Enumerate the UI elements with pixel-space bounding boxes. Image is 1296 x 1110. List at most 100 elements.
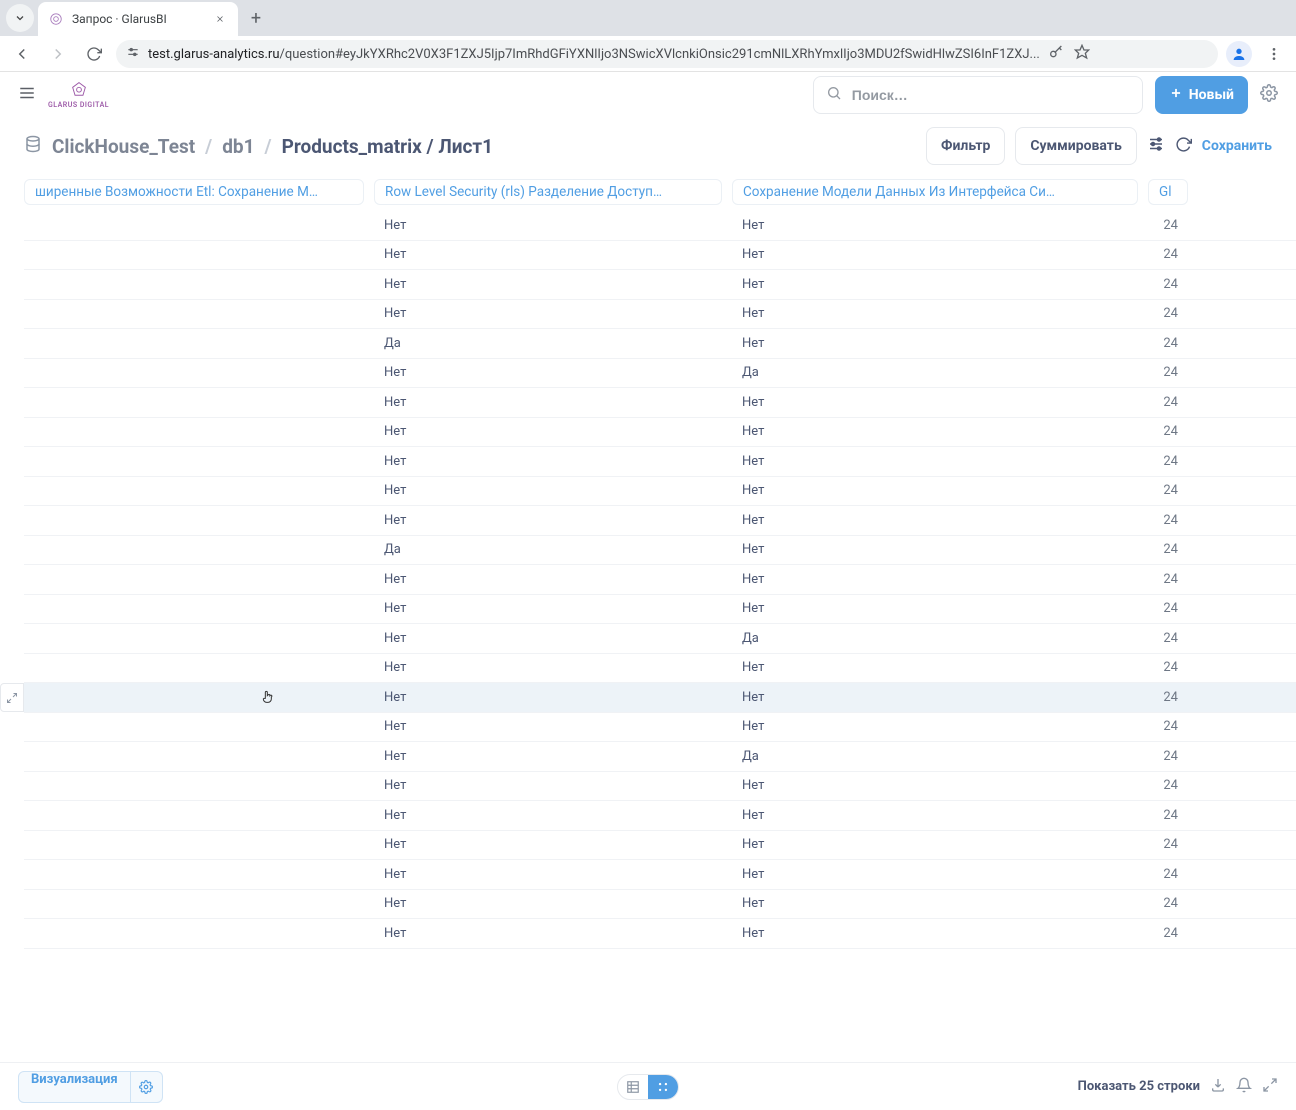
table-row[interactable]: НетДа24	[24, 624, 1296, 654]
editor-settings-button[interactable]	[1147, 135, 1165, 157]
visualization-button[interactable]: Визуализация	[18, 1071, 131, 1103]
table-row[interactable]: НетНет24	[24, 506, 1296, 536]
table-row[interactable]: НетНет24	[24, 654, 1296, 684]
column-header[interactable]: ширенные Возможности Etl: Сохранение М…	[24, 179, 364, 205]
app-logo[interactable]: GLARUS DIGITAL	[48, 81, 109, 109]
search-box[interactable]	[813, 76, 1143, 114]
alert-bell-button[interactable]	[1236, 1077, 1252, 1097]
forward-button[interactable]	[44, 40, 72, 68]
password-key-icon[interactable]	[1048, 44, 1064, 64]
table-cell: 24	[1148, 719, 1188, 734]
view-mode-toggle	[617, 1074, 679, 1100]
table-row[interactable]: НетНет24	[24, 919, 1296, 949]
menu-toggle-button[interactable]	[18, 84, 36, 106]
table-cell: 24	[1148, 690, 1188, 705]
table-row[interactable]: НетНет24	[24, 418, 1296, 448]
table-cell: 24	[1148, 926, 1188, 941]
table-cell: Нет	[374, 483, 722, 498]
table-cell: Нет	[374, 690, 722, 705]
table-row[interactable]: НетНет24	[24, 477, 1296, 507]
chrome-menu-button[interactable]	[1260, 40, 1288, 68]
table-cell: Нет	[374, 247, 722, 262]
site-settings-icon[interactable]	[126, 45, 140, 63]
table-row[interactable]: НетНет24	[24, 801, 1296, 831]
search-input[interactable]	[852, 87, 1130, 103]
table-row[interactable]: НетНет24	[24, 565, 1296, 595]
back-button[interactable]	[8, 40, 36, 68]
table-row[interactable]: НетНет24	[24, 860, 1296, 890]
expand-row-button[interactable]	[0, 683, 24, 712]
table-cell: Нет	[732, 896, 1138, 911]
view-mode-table[interactable]	[618, 1075, 648, 1099]
database-icon	[24, 135, 42, 158]
settings-button[interactable]	[1260, 84, 1278, 106]
table-row[interactable]: ДаНет24	[24, 536, 1296, 566]
row-count-button[interactable]: Показать 25 строки	[1078, 1079, 1200, 1094]
table-cell: 24	[1148, 542, 1188, 557]
table-cell: Да	[732, 749, 1138, 764]
summarize-button[interactable]: Суммировать	[1015, 127, 1136, 165]
fullscreen-button[interactable]	[1262, 1077, 1278, 1097]
plus-icon	[1169, 86, 1183, 104]
table-cell: 24	[1148, 513, 1188, 528]
table-cell: Нет	[732, 336, 1138, 351]
download-button[interactable]	[1210, 1077, 1226, 1097]
table-cell: Нет	[374, 365, 722, 380]
table-cell: Нет	[732, 218, 1138, 233]
table-cell: Да	[732, 365, 1138, 380]
table-cell: Нет	[732, 454, 1138, 469]
breadcrumb-database[interactable]: ClickHouse_Test	[52, 135, 195, 158]
table-cell: Нет	[374, 395, 722, 410]
table-row[interactable]: НетНет24	[24, 388, 1296, 418]
table-cell: Нет	[374, 513, 722, 528]
table-row[interactable]: НетНет24	[24, 270, 1296, 300]
table-row[interactable]: НетНет24	[24, 595, 1296, 625]
table-row[interactable]: НетНет24	[24, 831, 1296, 861]
table-cell: Нет	[732, 660, 1138, 675]
profile-button[interactable]	[1226, 41, 1252, 67]
tab-search-button[interactable]	[6, 4, 34, 32]
refresh-button[interactable]	[1175, 136, 1192, 157]
new-button[interactable]: Новый	[1155, 76, 1248, 114]
save-button[interactable]: Сохранить	[1202, 138, 1272, 154]
table-cell: 24	[1148, 454, 1188, 469]
table-row[interactable]: НетНет24	[24, 241, 1296, 271]
table-row[interactable]: НетНет24	[24, 683, 1296, 713]
breadcrumb-separator: /	[265, 135, 272, 158]
breadcrumb-schema[interactable]: db1	[222, 135, 254, 158]
browser-tab[interactable]: Запрос · GlarusBI	[38, 2, 238, 36]
table-cell: Нет	[374, 424, 722, 439]
table-cell: Нет	[374, 837, 722, 852]
bookmark-star-icon[interactable]	[1074, 44, 1090, 64]
table-cell: Нет	[732, 719, 1138, 734]
table-cell: 24	[1148, 631, 1188, 646]
new-tab-button[interactable]: +	[242, 4, 270, 32]
url-input[interactable]: test.glarus-analytics.ru/question#eyJkYX…	[116, 40, 1218, 68]
close-icon[interactable]	[212, 11, 228, 27]
table-row[interactable]: НетНет24	[24, 211, 1296, 241]
view-mode-detail[interactable]	[648, 1075, 678, 1099]
filter-button[interactable]: Фильтр	[926, 127, 1005, 165]
table-cell: Да	[732, 631, 1138, 646]
table-row[interactable]: НетДа24	[24, 359, 1296, 389]
table-row[interactable]: НетНет24	[24, 772, 1296, 802]
address-bar: test.glarus-analytics.ru/question#eyJkYX…	[0, 36, 1296, 72]
table-row[interactable]: ДаНет24	[24, 329, 1296, 359]
search-icon	[826, 85, 842, 105]
column-header[interactable]: Gl	[1148, 179, 1188, 205]
table-cell: 24	[1148, 277, 1188, 292]
column-header[interactable]: Сохранение Модели Данных Из Интерфейса С…	[732, 179, 1138, 205]
breadcrumb-table[interactable]: Products_matrix / Лист1	[282, 135, 493, 158]
table-row[interactable]: НетНет24	[24, 713, 1296, 743]
reload-button[interactable]	[80, 40, 108, 68]
table-row[interactable]: НетНет24	[24, 447, 1296, 477]
table-row[interactable]: НетДа24	[24, 742, 1296, 772]
column-header[interactable]: Row Level Security (rls) Разделение Дост…	[374, 179, 722, 205]
table-row[interactable]: НетНет24	[24, 300, 1296, 330]
data-table: ширенные Возможности Etl: Сохранение М… …	[0, 175, 1296, 1062]
visualization-settings-button[interactable]	[131, 1071, 163, 1103]
table-cell: Нет	[374, 749, 722, 764]
table-row[interactable]: НетНет24	[24, 890, 1296, 920]
table-cell: Нет	[732, 837, 1138, 852]
table-cell: 24	[1148, 808, 1188, 823]
